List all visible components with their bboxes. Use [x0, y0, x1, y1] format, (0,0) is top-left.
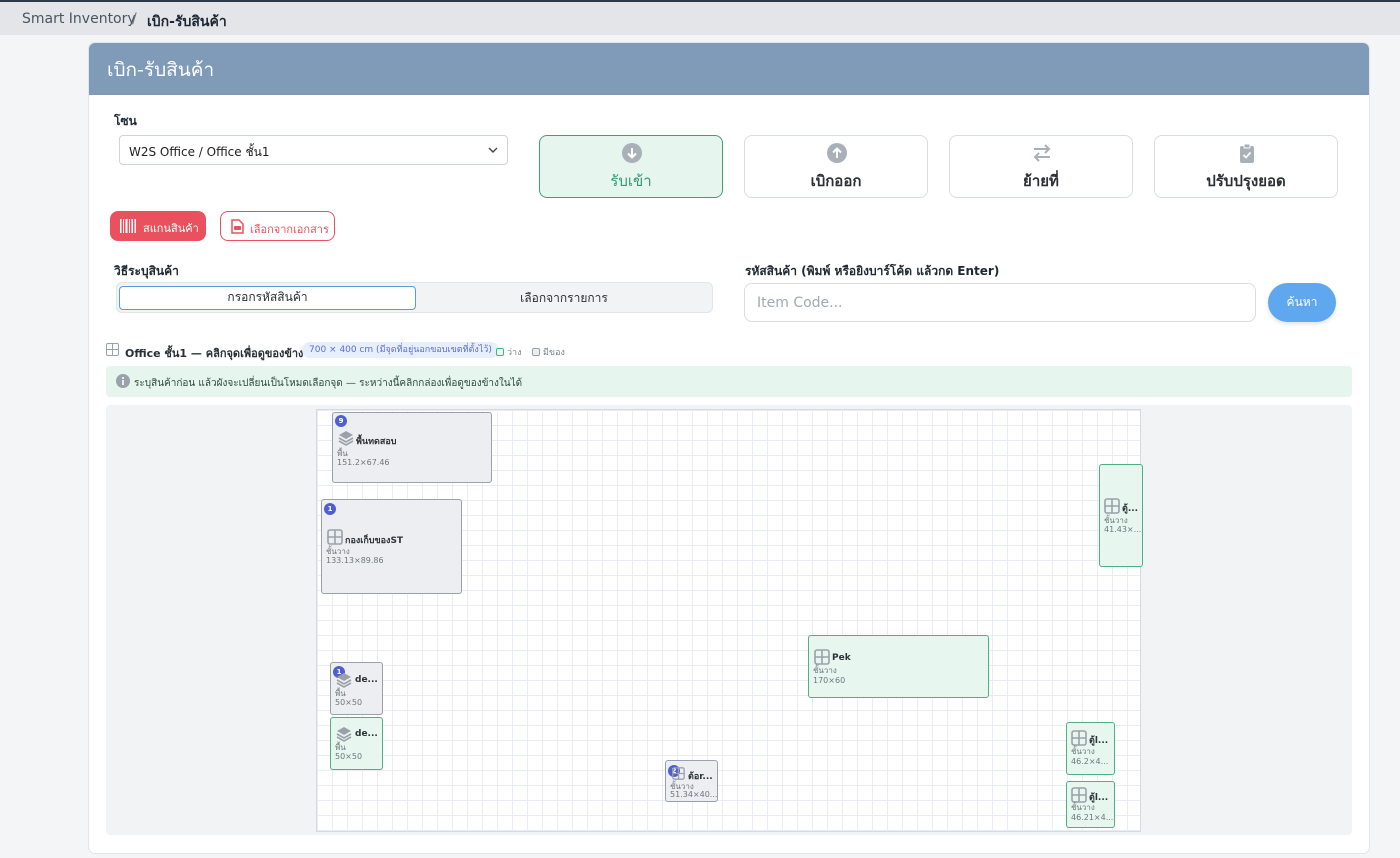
slot-name: พื้นทดสอบ — [356, 437, 397, 447]
mode-adjust-button[interactable]: ปรับปรุงยอด — [1154, 135, 1338, 198]
shelf-grid-icon — [672, 767, 685, 780]
layers-icon — [338, 431, 354, 446]
barcode-icon — [120, 219, 136, 233]
slot-de-empty[interactable]: de... พื้น 50×50 — [330, 717, 383, 770]
breadcrumb-current: เบิก-รับสินค้า — [147, 14, 227, 30]
zone-select[interactable]: W2S Office / Office ชั้น1 — [119, 135, 508, 165]
card-header: เบิก-รับสินค้า — [89, 43, 1369, 95]
select-from-document-button[interactable]: เลือกจากเอกสาร — [220, 211, 335, 241]
search-button[interactable]: ค้นหา — [1268, 283, 1336, 322]
legend-used-label: มีของ — [543, 348, 565, 358]
slot-dims: 46.2×4... — [1071, 757, 1109, 766]
mode-move-button[interactable]: ย้ายที่ — [949, 135, 1133, 198]
slot-cabinet-a[interactable]: ตู้l... ชั้นวาง 46.2×4... — [1066, 722, 1115, 775]
mode-receive-label: รับเข้า — [610, 172, 652, 190]
slot-dims: 46.21×4... — [1071, 813, 1114, 822]
info-notice: ระบุสินค้าก่อน แล้วผังจะเปลี่ยนเป็นโหมดเ… — [106, 366, 1352, 397]
chevron-down-icon — [488, 147, 498, 153]
slot-cabinet-right[interactable]: ตู้... ชั้นวาง 41.43×... — [1099, 464, 1143, 567]
slot-name: กองเก็บของST — [345, 536, 404, 546]
shelf-grid-icon — [327, 529, 343, 545]
mode-adjust-label: ปรับปรุงยอด — [1206, 172, 1286, 190]
arrow-up-circle-icon — [827, 143, 847, 163]
select-from-document-label: เลือกจากเอกสาร — [250, 223, 329, 236]
method-option-list[interactable]: เลือกจากรายการ — [417, 286, 711, 310]
info-notice-text: ระบุสินค้าก่อน แล้วผังจะเปลี่ยนเป็นโหมดเ… — [134, 378, 523, 389]
slot-dims: 50×50 — [335, 752, 363, 761]
breadcrumb-separator: / — [132, 11, 137, 27]
map-size-chip: 700 × 400 cm (มีจุดที่อยู่นอกขอบเขตที่ตั… — [302, 342, 499, 358]
method-label: วิธีระบุสินค้า — [114, 264, 179, 278]
layers-icon — [336, 673, 352, 688]
zone-label: โซน — [114, 114, 137, 128]
slot-pek[interactable]: Pek ชั้นวาง 170×60 — [808, 635, 989, 698]
legend-empty-label: ว่าง — [507, 348, 522, 358]
shelf-grid-icon — [814, 649, 830, 665]
mode-issue-label: เบิกออก — [810, 172, 862, 190]
clipboard-check-icon — [1240, 143, 1254, 163]
slot-st-storage[interactable]: 1 กองเก็บของST ชั้นวาง 133.13×89.86 — [321, 499, 462, 594]
legend-used-swatch — [532, 348, 540, 356]
slot-de-used[interactable]: 1 de... พื้น 50×50 — [330, 662, 383, 715]
item-code-input[interactable] — [744, 283, 1256, 322]
slot-dims: 170×60 — [813, 676, 846, 685]
mode-move-label: ย้ายที่ — [1023, 172, 1059, 190]
arrow-down-circle-icon — [622, 143, 642, 163]
scan-product-label: สแกนสินค้า — [143, 222, 199, 235]
legend-used: มีของ — [532, 345, 565, 359]
legend-empty: ว่าง — [496, 345, 522, 359]
top-bar: Smart Inventory / เบิก-รับสินค้า — [0, 0, 1400, 35]
slot-name: de... — [355, 675, 378, 685]
map-title: Office ชั้น1 — คลิกจุดเพื่อดูของข้างใน — [125, 347, 317, 360]
slot-name: de... — [355, 729, 378, 739]
slot-dims: 151.2×67.46 — [337, 458, 390, 467]
method-segmented-control: กรอกรหัสสินค้า เลือกจากรายการ — [116, 282, 713, 313]
slot-dims: 50×50 — [335, 698, 363, 707]
zone-select-value: W2S Office / Office ชั้น1 — [129, 145, 270, 159]
slot-name: Pek — [832, 653, 851, 663]
slot-tor[interactable]: 2 ต้อr... ชั้นวาง 51.34×40... — [665, 760, 718, 802]
shelf-grid-icon — [1104, 498, 1120, 514]
info-icon — [116, 374, 130, 388]
breadcrumb-root[interactable]: Smart Inventory — [22, 11, 136, 27]
slot-dims: 51.34×40... — [670, 790, 718, 799]
document-icon — [231, 219, 244, 234]
slot-name: ตู้... — [1122, 504, 1139, 514]
slot-dims: 41.43×... — [1104, 525, 1142, 534]
shelf-grid-icon — [1071, 730, 1087, 746]
scan-product-button[interactable]: สแกนสินค้า — [110, 211, 206, 241]
legend-empty-swatch — [496, 348, 504, 356]
slot-dims: 133.13×89.86 — [326, 556, 384, 565]
slot-badge: 1 — [324, 503, 336, 515]
slot-test-floor[interactable]: 9 พื้นทดสอบ พื้น 151.2×67.46 — [332, 412, 492, 483]
swap-arrows-icon — [1033, 144, 1051, 162]
layers-icon — [336, 727, 352, 742]
item-code-label: รหัสสินค้า (พิมพ์ หรือยิงบาร์โค้ด แล้วกด… — [745, 264, 1000, 278]
page-title: เบิก-รับสินค้า — [107, 59, 215, 81]
mode-receive-button[interactable]: รับเข้า — [539, 135, 723, 198]
slot-cabinet-b[interactable]: ตู้l... ชั้นวาง 46.21×4... — [1066, 781, 1115, 828]
slot-badge: 9 — [335, 415, 347, 427]
mode-issue-button[interactable]: เบิกออก — [744, 135, 928, 198]
method-option-code[interactable]: กรอกรหัสสินค้า — [119, 286, 416, 310]
floor-grid-icon — [106, 343, 119, 356]
